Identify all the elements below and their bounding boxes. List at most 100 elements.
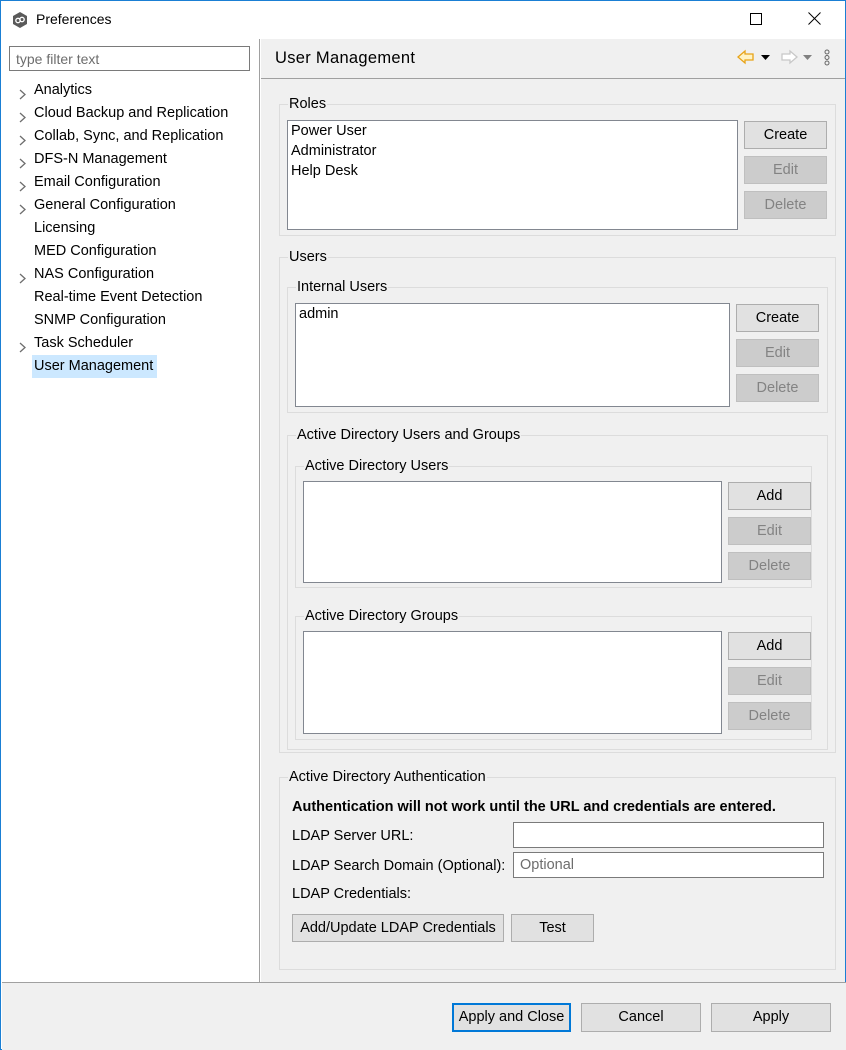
cancel-button[interactable]: Cancel	[581, 1003, 701, 1032]
ad-groups-delete-button[interactable]: Delete	[728, 702, 811, 730]
maximize-button[interactable]	[733, 1, 779, 39]
forward-dropdown-icon[interactable]	[803, 51, 813, 67]
preferences-tree: Analytics Cloud Backup and Replication Col…	[2, 78, 260, 378]
preference-page: User Management Roles Power User Adminis…	[261, 39, 845, 982]
tree-item-licensing[interactable]: Licensing	[2, 216, 260, 239]
chevron-right-icon[interactable]	[18, 107, 28, 123]
close-icon	[807, 12, 821, 28]
back-arrow-icon[interactable]	[737, 49, 755, 68]
roles-group-label: Roles	[288, 95, 328, 113]
dialog-button-bar: Apply and Close Cancel Apply	[2, 982, 846, 1050]
roles-delete-button[interactable]: Delete	[744, 191, 827, 219]
ad-users-groups-label: Active Directory Users and Groups	[296, 426, 522, 444]
tree-item-real-time-event-detection[interactable]: Real-time Event Detection	[2, 285, 260, 308]
roles-list[interactable]: Power User Administrator Help Desk	[287, 120, 738, 230]
tree-item-label: Task Scheduler	[34, 335, 134, 351]
ad-groups-label: Active Directory Groups	[304, 607, 460, 625]
tree-item-label: Real-time Event Detection	[34, 289, 203, 305]
ad-users-list[interactable]	[303, 481, 722, 583]
ad-users-add-button[interactable]: Add	[728, 482, 811, 510]
roles-create-button[interactable]: Create	[744, 121, 827, 149]
preferences-tree-pane: Analytics Cloud Backup and Replication Col…	[2, 39, 260, 982]
tree-item-dfs-n-management[interactable]: DFS-N Management	[2, 147, 260, 170]
internal-users-label: Internal Users	[296, 278, 389, 296]
tree-item-user-management[interactable]: User Management	[2, 354, 260, 378]
tree-item-med-configuration[interactable]: MED Configuration	[2, 239, 260, 262]
ldap-url-input[interactable]	[513, 822, 824, 848]
ad-auth-label: Active Directory Authentication	[288, 768, 487, 786]
users-group: Users Internal Users admin Create Edit D…	[279, 248, 836, 753]
ad-groups-add-button[interactable]: Add	[728, 632, 811, 660]
list-item[interactable]: Power User	[288, 121, 737, 141]
internal-users-list[interactable]: admin	[295, 303, 730, 407]
roles-group: Roles Power User Administrator Help Desk C…	[279, 95, 836, 236]
filter-input[interactable]	[9, 46, 250, 71]
chevron-right-icon[interactable]	[18, 268, 28, 284]
tree-item-snmp-configuration[interactable]: SNMP Configuration	[2, 308, 260, 331]
maximize-icon	[750, 12, 762, 28]
ldap-domain-input[interactable]	[513, 852, 824, 878]
view-menu-icon[interactable]	[823, 49, 831, 70]
minimize-icon	[678, 12, 690, 28]
tree-item-email-configuration[interactable]: Email Configuration	[2, 170, 260, 193]
ad-auth-group: Active Directory Authentication Authenti…	[279, 768, 836, 970]
ad-users-edit-button[interactable]: Edit	[728, 517, 811, 545]
apply-and-close-button[interactable]: Apply and Close	[452, 1003, 571, 1032]
list-item[interactable]: Administrator	[288, 141, 737, 161]
back-dropdown-icon[interactable]	[761, 51, 771, 67]
tree-item-label: Analytics	[34, 82, 93, 98]
ad-groups-list[interactable]	[303, 631, 722, 734]
tree-item-label: Cloud Backup and Replication	[34, 105, 229, 121]
chevron-right-icon[interactable]	[18, 176, 28, 192]
internal-users-group: Internal Users admin Create Edit Delete	[287, 278, 828, 413]
tree-item-label: Licensing	[34, 220, 96, 236]
tree-item-label: DFS-N Management	[34, 151, 167, 167]
tree-item-collab-sync-and-replication[interactable]: Collab, Sync, and Replication	[2, 124, 260, 147]
ad-groups-edit-button[interactable]: Edit	[728, 667, 811, 695]
tree-item-label: Email Configuration	[34, 174, 161, 190]
tree-item-analytics[interactable]: Analytics	[2, 78, 260, 101]
apply-button[interactable]: Apply	[711, 1003, 831, 1032]
tree-item-label: General Configuration	[34, 197, 176, 213]
chevron-right-icon[interactable]	[18, 84, 28, 100]
chevron-right-icon[interactable]	[18, 153, 28, 169]
page-title: User Management	[275, 49, 416, 67]
tree-item-nas-configuration[interactable]: NAS Configuration	[2, 262, 260, 285]
preferences-window: Preferences Analytics Cloud Backup and Re…	[0, 0, 846, 1050]
ad-users-group: Active Directory Users Add Edit Delete	[295, 457, 812, 588]
chevron-right-icon[interactable]	[18, 337, 28, 353]
minimize-button[interactable]	[661, 1, 707, 39]
tree-item-general-configuration[interactable]: General Configuration	[2, 193, 260, 216]
close-button[interactable]	[791, 1, 837, 39]
ad-users-label: Active Directory Users	[304, 457, 450, 475]
forward-arrow-icon[interactable]	[780, 49, 798, 68]
internal-users-delete-button[interactable]: Delete	[736, 374, 819, 402]
ad-users-groups-group: Active Directory Users and Groups Active…	[287, 426, 828, 750]
tree-item-label: MED Configuration	[34, 243, 157, 259]
page-header: User Management	[261, 39, 845, 79]
internal-users-create-button[interactable]: Create	[736, 304, 819, 332]
ldap-url-label: LDAP Server URL:	[292, 828, 414, 844]
list-item[interactable]: admin	[296, 304, 729, 324]
page-nav	[737, 49, 837, 69]
auth-warning: Authentication will not work until the U…	[292, 799, 776, 815]
tree-item-cloud-backup-and-replication[interactable]: Cloud Backup and Replication	[2, 101, 260, 124]
tree-item-label: Collab, Sync, and Replication	[34, 128, 224, 144]
ldap-credentials-label: LDAP Credentials:	[292, 886, 412, 902]
chevron-right-icon[interactable]	[18, 199, 28, 215]
chevron-right-icon[interactable]	[18, 130, 28, 146]
tree-item-label: NAS Configuration	[34, 266, 155, 282]
tree-item-task-scheduler[interactable]: Task Scheduler	[2, 331, 260, 354]
test-button[interactable]: Test	[511, 914, 594, 942]
tree-item-label: User Management	[32, 355, 158, 378]
ad-users-delete-button[interactable]: Delete	[728, 552, 811, 580]
ad-groups-group: Active Directory Groups Add Edit Delete	[295, 607, 812, 740]
roles-edit-button[interactable]: Edit	[744, 156, 827, 184]
users-group-label: Users	[288, 248, 328, 266]
add-update-ldap-credentials-button[interactable]: Add/Update LDAP Credentials	[292, 914, 504, 942]
list-item[interactable]: Help Desk	[288, 161, 737, 181]
window-title: Preferences	[36, 11, 112, 27]
title-bar: Preferences	[1, 1, 845, 39]
internal-users-edit-button[interactable]: Edit	[736, 339, 819, 367]
app-icon	[12, 12, 28, 28]
